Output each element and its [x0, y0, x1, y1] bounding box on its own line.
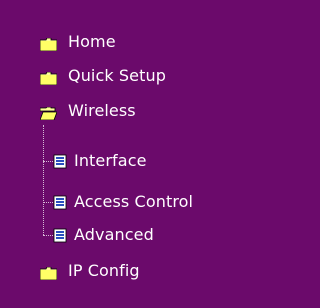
- nav-item-label: Quick Setup: [68, 66, 166, 85]
- folder-open-icon: [39, 105, 58, 120]
- tree-connector-horizontal: [43, 161, 53, 162]
- nav-item-wireless[interactable]: Wireless: [39, 99, 136, 123]
- nav-item-ip-config[interactable]: IP Config: [39, 259, 140, 283]
- document-icon: [53, 228, 67, 243]
- nav-item-home[interactable]: Home: [39, 30, 116, 54]
- nav-item-label: Home: [68, 32, 116, 51]
- nav-item-advanced[interactable]: Advanced: [53, 223, 154, 247]
- document-icon: [53, 195, 67, 210]
- folder-icon: [39, 265, 58, 280]
- nav-item-access-control[interactable]: Access Control: [53, 190, 193, 214]
- document-icon: [53, 154, 67, 169]
- nav-item-label: Access Control: [74, 192, 194, 211]
- nav-item-label: Interface: [74, 151, 147, 170]
- tree-connector-horizontal: [43, 202, 53, 203]
- navigation-tree: Home Quick Setup Wireless Interface Acce…: [0, 0, 266, 308]
- folder-icon: [39, 36, 58, 51]
- nav-item-quick-setup[interactable]: Quick Setup: [39, 64, 166, 88]
- nav-item-interface[interactable]: Interface: [53, 149, 147, 173]
- folder-icon: [39, 70, 58, 85]
- tree-connector-vertical: [43, 125, 44, 235]
- tree-connector-horizontal: [43, 235, 53, 236]
- nav-item-label: Advanced: [74, 225, 154, 244]
- nav-item-label: Wireless: [68, 101, 136, 120]
- nav-item-label: IP Config: [68, 261, 140, 280]
